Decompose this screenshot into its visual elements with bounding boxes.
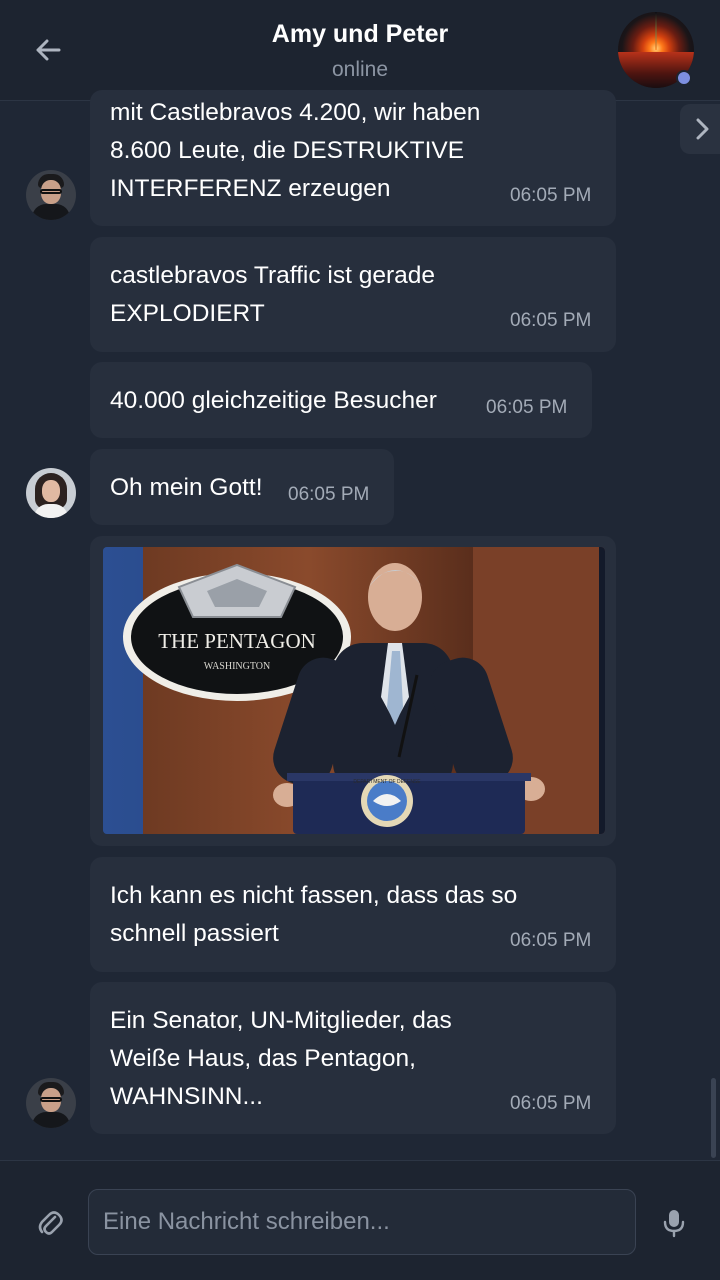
message-bubble[interactable]: Oh mein Gott! 06:05 PM (90, 449, 394, 525)
message-text: Ich kann es nicht fassen, dass das so sc… (110, 882, 518, 947)
message-text: Ein Senator, UN-Mitglieder, das Weiße Ha… (110, 1007, 452, 1110)
message-composer (0, 1160, 720, 1280)
chat-header: Amy und Peter online (0, 0, 720, 101)
message-input[interactable] (88, 1189, 636, 1255)
message-time: 06:05 PM (510, 310, 592, 331)
avatar-peter[interactable] (26, 1078, 76, 1128)
avatar-streak (655, 12, 657, 50)
message-bubble[interactable]: Ich kann es nicht fassen, dass das so sc… (90, 857, 616, 972)
sign-subtitle: WASHINGTON (204, 661, 270, 672)
paperclip-icon (38, 1211, 63, 1235)
seal-text: DEPARTMENT OF DEFENSE (353, 779, 421, 785)
message-text: 40.000 gleichzeitige Besucher (110, 387, 437, 414)
back-button[interactable] (24, 28, 72, 72)
message-text: mit Castlebravos 4.200, wir haben 8.600 … (110, 99, 481, 202)
arrow-left-icon (36, 39, 61, 61)
message-time: 06:05 PM (486, 397, 568, 418)
message-bubble[interactable]: castlebravos Traffic ist gerade EXPLODIE… (90, 237, 616, 352)
message-time: 06:05 PM (510, 1093, 592, 1114)
message-bubble[interactable]: Ein Senator, UN-Mitglieder, das Weiße Ha… (90, 982, 616, 1134)
avatar-amy[interactable] (26, 468, 76, 518)
press-conference-photo[interactable]: THE PENTAGON WASHINGTON DEPARTMENT OF DE… (103, 547, 605, 834)
online-indicator (676, 70, 692, 86)
message-text: Oh mein Gott! (110, 474, 263, 501)
avatar-peter[interactable] (26, 170, 76, 220)
chat-screen: Amy und Peter online mit Castlebravos 4.… (0, 0, 720, 1280)
chat-scrollbar[interactable] (711, 1078, 716, 1158)
sign-title: THE PENTAGON (158, 629, 316, 653)
message-time: 06:05 PM (510, 930, 592, 951)
voice-message-button[interactable] (654, 1203, 694, 1243)
message-bubble[interactable]: mit Castlebravos 4.200, wir haben 8.600 … (90, 90, 616, 226)
expand-panel-button[interactable] (680, 104, 720, 154)
microphone-icon (663, 1210, 685, 1238)
image-message[interactable]: THE PENTAGON WASHINGTON DEPARTMENT OF DE… (90, 536, 616, 846)
message-time: 06:05 PM (510, 185, 592, 206)
message-text: castlebravos Traffic ist gerade EXPLODIE… (110, 262, 436, 327)
attach-button[interactable] (30, 1203, 70, 1243)
chevron-right-icon (696, 118, 709, 140)
chat-title: Amy und Peter (271, 20, 449, 48)
chat-status: online (331, 58, 389, 81)
message-time: 06:05 PM (288, 484, 370, 505)
message-bubble[interactable]: 40.000 gleichzeitige Besucher 06:05 PM (90, 362, 592, 438)
